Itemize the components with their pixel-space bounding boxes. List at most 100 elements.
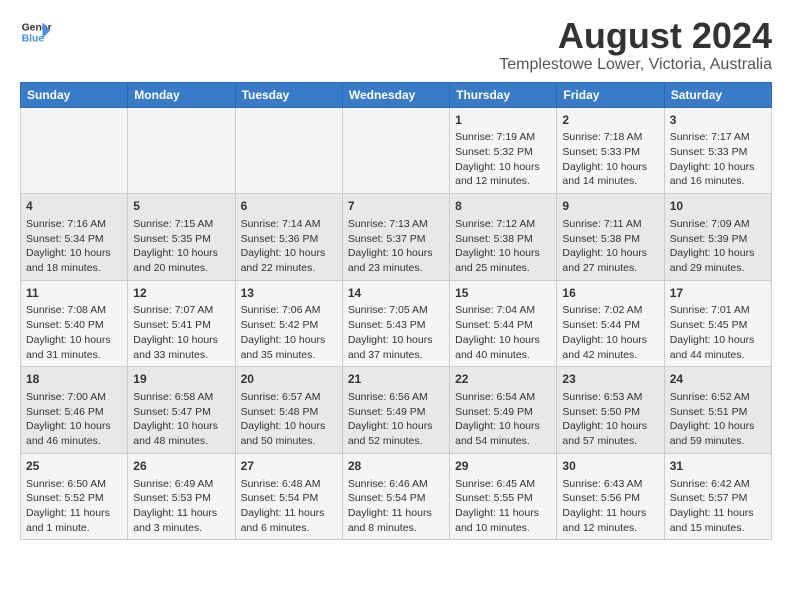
day-info: Sunset: 5:38 PM [562,232,658,247]
day-info: Sunset: 5:49 PM [348,405,444,420]
day-info: Sunset: 5:48 PM [241,405,337,420]
day-info: Sunset: 5:35 PM [133,232,229,247]
calendar-cell: 27Sunrise: 6:48 AMSunset: 5:54 PMDayligh… [235,453,342,540]
day-info: and 10 minutes. [455,521,551,536]
day-info: Sunset: 5:47 PM [133,405,229,420]
day-info: Sunrise: 6:53 AM [562,390,658,405]
day-info: Daylight: 11 hours [455,506,551,521]
day-info: Daylight: 10 hours [670,160,766,175]
day-info: Sunset: 5:49 PM [455,405,551,420]
day-info: Daylight: 10 hours [133,246,229,261]
day-number: 7 [348,198,444,215]
day-number: 24 [670,371,766,388]
day-number: 29 [455,458,551,475]
day-info: and 40 minutes. [455,348,551,363]
calendar-cell: 11Sunrise: 7:08 AMSunset: 5:40 PMDayligh… [21,280,128,367]
calendar-cell: 10Sunrise: 7:09 AMSunset: 5:39 PMDayligh… [664,194,771,281]
col-monday: Monday [128,82,235,107]
day-info: Sunset: 5:38 PM [455,232,551,247]
page-header: General Blue August 2024 Templestowe Low… [20,16,772,74]
day-info: and 52 minutes. [348,434,444,449]
day-info: Sunset: 5:53 PM [133,491,229,506]
day-info: and 29 minutes. [670,261,766,276]
day-number: 18 [26,371,122,388]
logo-icon: General Blue [20,16,52,48]
day-info: and 59 minutes. [670,434,766,449]
day-info: Sunset: 5:32 PM [455,145,551,160]
day-info: Sunrise: 6:56 AM [348,390,444,405]
day-number: 13 [241,285,337,302]
day-info: Sunrise: 6:49 AM [133,477,229,492]
svg-text:Blue: Blue [22,34,45,45]
day-info: Sunrise: 7:04 AM [455,303,551,318]
day-info: Sunset: 5:50 PM [562,405,658,420]
day-info: and 50 minutes. [241,434,337,449]
col-sunday: Sunday [21,82,128,107]
day-info: Sunrise: 7:19 AM [455,130,551,145]
col-tuesday: Tuesday [235,82,342,107]
calendar-title: August 2024 [499,16,772,56]
day-number: 22 [455,371,551,388]
day-info: Sunset: 5:52 PM [26,491,122,506]
day-info: Sunrise: 7:06 AM [241,303,337,318]
day-number: 19 [133,371,229,388]
day-info: Daylight: 10 hours [348,419,444,434]
day-info: Sunrise: 6:42 AM [670,477,766,492]
calendar-subtitle: Templestowe Lower, Victoria, Australia [499,56,772,74]
day-info: and 12 minutes. [455,174,551,189]
calendar-header: Sunday Monday Tuesday Wednesday Thursday… [21,82,772,107]
day-info: Daylight: 10 hours [26,333,122,348]
day-number: 25 [26,458,122,475]
day-info: Daylight: 10 hours [562,160,658,175]
day-number: 28 [348,458,444,475]
day-number: 10 [670,198,766,215]
calendar-cell: 5Sunrise: 7:15 AMSunset: 5:35 PMDaylight… [128,194,235,281]
calendar-cell: 19Sunrise: 6:58 AMSunset: 5:47 PMDayligh… [128,367,235,454]
day-number: 16 [562,285,658,302]
day-info: and 23 minutes. [348,261,444,276]
day-info: Daylight: 11 hours [133,506,229,521]
calendar-cell: 31Sunrise: 6:42 AMSunset: 5:57 PMDayligh… [664,453,771,540]
day-number: 17 [670,285,766,302]
day-info: Sunset: 5:41 PM [133,318,229,333]
day-info: Sunrise: 7:08 AM [26,303,122,318]
col-wednesday: Wednesday [342,82,449,107]
day-number: 31 [670,458,766,475]
day-info: Sunset: 5:37 PM [348,232,444,247]
day-info: and 37 minutes. [348,348,444,363]
day-info: Daylight: 10 hours [670,419,766,434]
day-info: Sunrise: 6:45 AM [455,477,551,492]
calendar-cell: 3Sunrise: 7:17 AMSunset: 5:33 PMDaylight… [664,107,771,194]
day-number: 12 [133,285,229,302]
day-info: and 1 minute. [26,521,122,536]
day-info: Sunset: 5:51 PM [670,405,766,420]
day-number: 15 [455,285,551,302]
header-row: Sunday Monday Tuesday Wednesday Thursday… [21,82,772,107]
calendar-cell [21,107,128,194]
day-info: and 6 minutes. [241,521,337,536]
day-info: Sunset: 5:33 PM [562,145,658,160]
day-info: Sunrise: 7:18 AM [562,130,658,145]
day-info: Sunset: 5:55 PM [455,491,551,506]
calendar-cell: 12Sunrise: 7:07 AMSunset: 5:41 PMDayligh… [128,280,235,367]
calendar-cell [128,107,235,194]
day-info: Sunrise: 7:13 AM [348,217,444,232]
day-info: Sunset: 5:54 PM [241,491,337,506]
calendar-cell: 6Sunrise: 7:14 AMSunset: 5:36 PMDaylight… [235,194,342,281]
calendar-cell: 21Sunrise: 6:56 AMSunset: 5:49 PMDayligh… [342,367,449,454]
day-number: 26 [133,458,229,475]
day-info: Daylight: 10 hours [26,246,122,261]
col-saturday: Saturday [664,82,771,107]
day-info: and 18 minutes. [26,261,122,276]
day-info: and 12 minutes. [562,521,658,536]
calendar-week-1: 1Sunrise: 7:19 AMSunset: 5:32 PMDaylight… [21,107,772,194]
day-number: 3 [670,112,766,129]
day-info: Sunrise: 6:43 AM [562,477,658,492]
calendar-cell: 29 Sunrise: 6:45 AMSunset: 5:55 PMDayligh… [450,453,557,540]
day-info: Daylight: 10 hours [133,419,229,434]
calendar-cell [235,107,342,194]
day-info: Sunset: 5:39 PM [670,232,766,247]
day-info: Daylight: 10 hours [455,246,551,261]
day-info: Sunset: 5:45 PM [670,318,766,333]
day-number: 27 [241,458,337,475]
